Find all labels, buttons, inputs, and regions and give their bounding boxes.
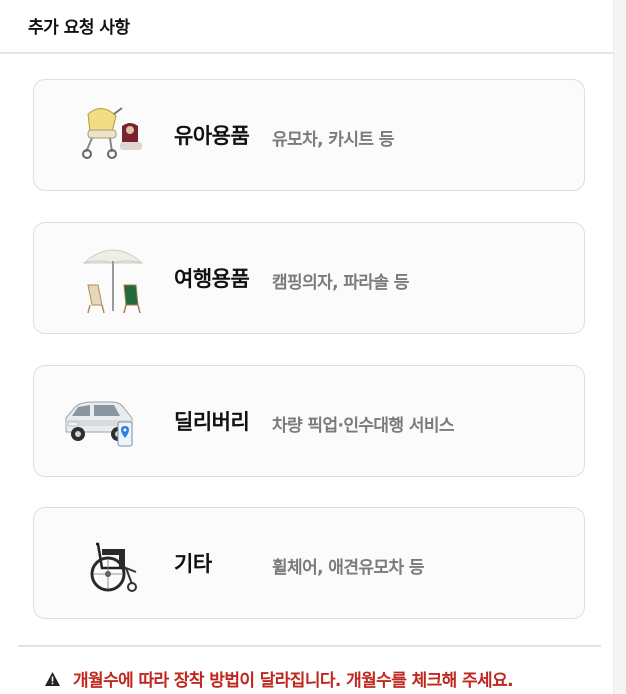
card-title: 여행용품 [174, 267, 250, 291]
option-card-baby-items[interactable]: 유아용품 유모차, 카시트 등 [33, 79, 585, 191]
stroller-icon [82, 104, 144, 170]
wheelchair-icon [82, 538, 144, 594]
card-title: 기타 [174, 552, 212, 576]
card-description: 캠핑의자, 파라솔 등 [272, 273, 409, 293]
scrollbar-track[interactable] [613, 0, 626, 694]
car-delivery-icon [62, 394, 136, 450]
warning-text: 개월수에 따라 장착 방법이 달라집니다. 개월수를 체크해 주세요. [73, 671, 514, 691]
option-card-delivery[interactable]: 딜리버리 차량 픽업·인수대행 서비스 [33, 365, 585, 477]
option-card-etc[interactable]: 기타 휠체어, 애견유모차 등 [33, 507, 585, 619]
warning-notice: 개월수에 따라 장착 방법이 달라집니다. 개월수를 체크해 주세요. [44, 666, 514, 691]
card-description: 휠체어, 애견유모차 등 [272, 558, 424, 578]
card-description: 차량 픽업·인수대행 서비스 [272, 416, 455, 436]
card-title: 딜리버리 [174, 410, 250, 434]
section-header: 추가 요청 사항 [0, 0, 614, 54]
card-description: 유모차, 카시트 등 [272, 130, 394, 150]
warning-icon [44, 671, 61, 687]
page-title: 추가 요청 사항 [28, 18, 130, 38]
divider [18, 645, 601, 647]
parasol-chairs-icon [82, 243, 144, 315]
option-card-travel-items[interactable]: 여행용품 캠핑의자, 파라솔 등 [33, 222, 585, 334]
card-title: 유아용품 [174, 124, 250, 148]
